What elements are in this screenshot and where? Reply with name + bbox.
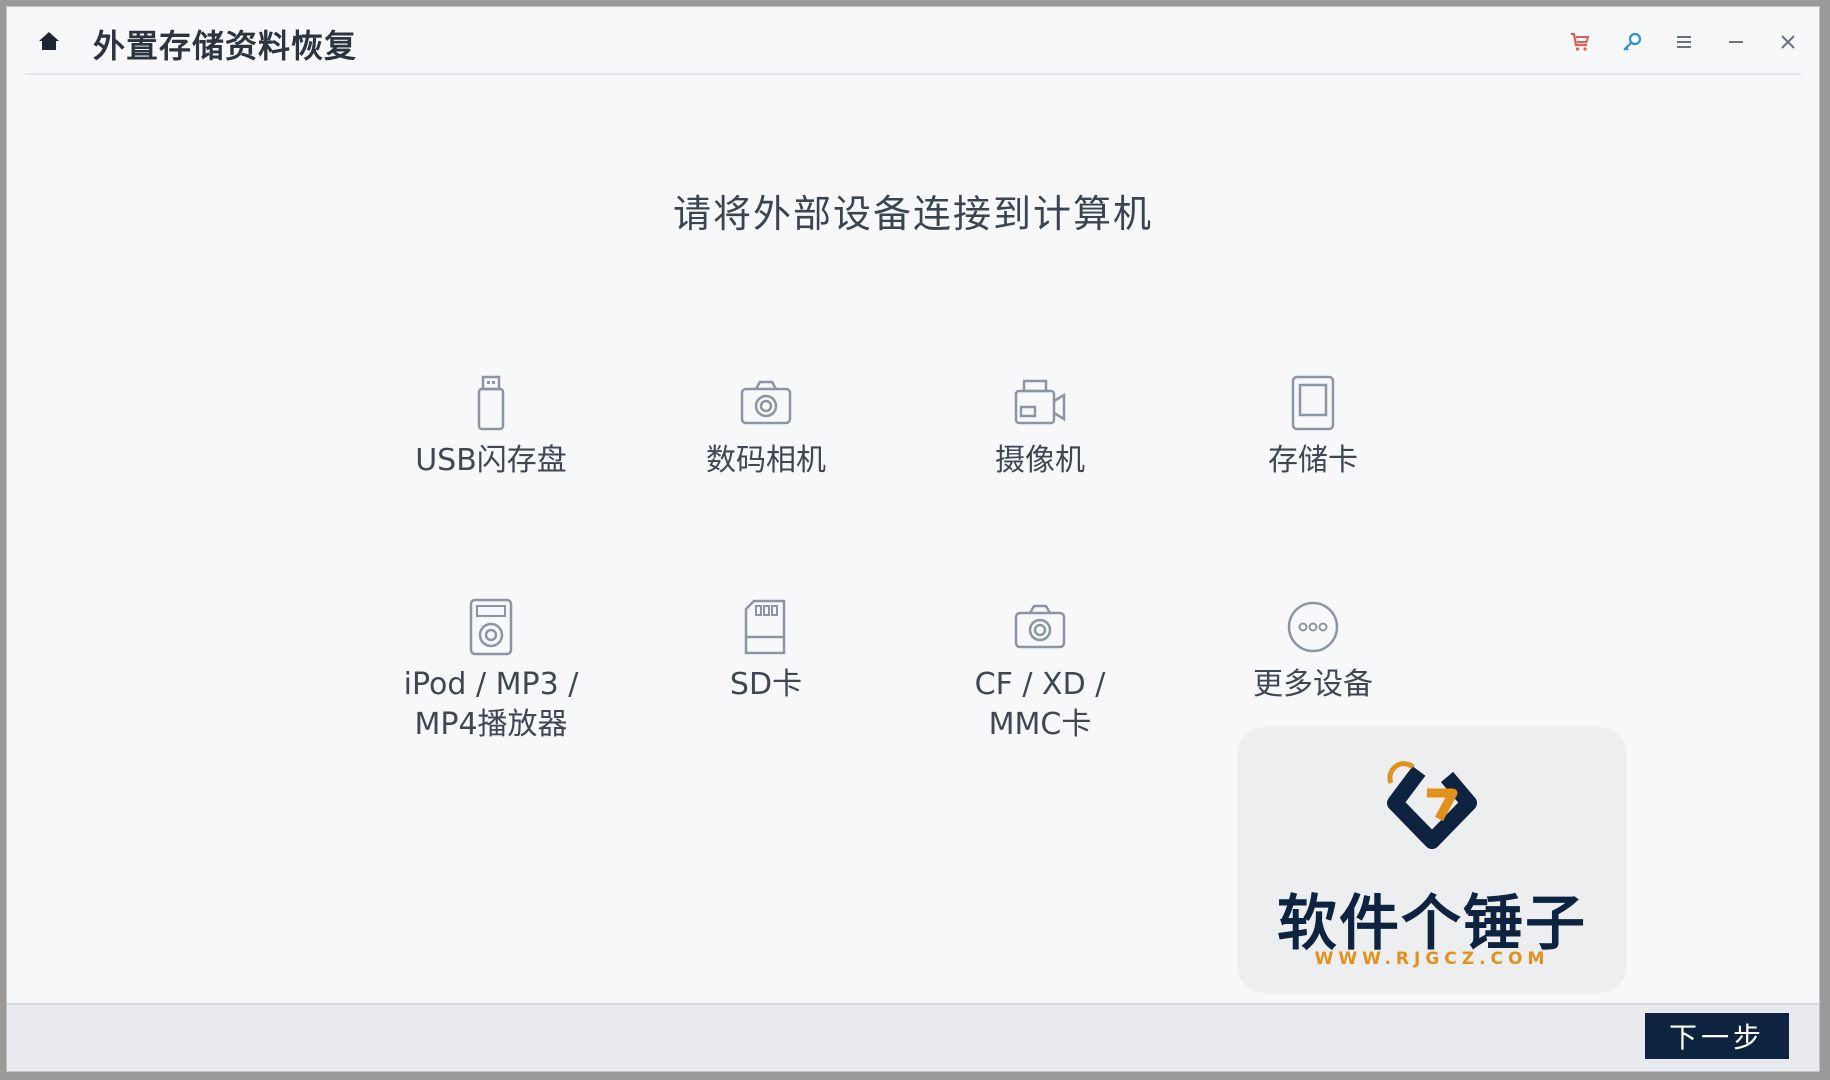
camera-icon	[740, 380, 792, 425]
title-divider	[25, 73, 1801, 75]
watermark-url: WWW.RJGCZ.COM	[1314, 949, 1550, 969]
app-title: 外置存储资料恢复	[93, 27, 358, 65]
home-icon[interactable]	[37, 29, 61, 53]
device-label: 摄像机	[995, 443, 1085, 478]
next-button[interactable]: 下一步	[1645, 1013, 1789, 1059]
device-label: iPod / MP3 / MP4播放器	[403, 667, 579, 742]
memory-card-icon	[1291, 375, 1335, 431]
media-player-icon	[469, 598, 513, 656]
device-sd-card[interactable]: SD卡	[646, 597, 886, 705]
device-memory-card[interactable]: 存储卡	[1193, 373, 1433, 481]
cf-card-icon	[1014, 604, 1066, 649]
bottom-bar: 下一步	[7, 1003, 1819, 1071]
device-usb-drive[interactable]: USB闪存盘	[371, 373, 611, 481]
device-label: 数码相机	[706, 443, 826, 478]
watermark: 软件个锤子 WWW.RJGCZ.COM	[1237, 727, 1627, 993]
close-icon[interactable]	[1773, 27, 1803, 57]
key-icon[interactable]	[1617, 27, 1647, 57]
device-label: CF / XD / MMC卡	[974, 667, 1106, 742]
video-camera-icon	[1014, 379, 1066, 425]
app-window: 外置存储资料恢复 请将外部设备连接到计算机 USB闪存盘 数码相机 摄像机 存储…	[6, 6, 1820, 1072]
device-cf-card[interactable]: CF / XD / MMC卡	[920, 597, 1160, 745]
menu-icon[interactable]	[1669, 27, 1699, 57]
connect-instruction: 请将外部设备连接到计算机	[672, 192, 1153, 236]
device-label: SD卡	[729, 667, 803, 702]
minimize-icon[interactable]	[1721, 27, 1751, 57]
device-label: 存储卡	[1268, 443, 1358, 478]
device-label: 更多设备	[1253, 667, 1373, 702]
device-digital-camera[interactable]: 数码相机	[646, 373, 886, 481]
device-more[interactable]: 更多设备	[1193, 597, 1433, 705]
device-label: USB闪存盘	[415, 443, 567, 478]
watermark-logo-icon	[1387, 761, 1477, 849]
more-devices-icon	[1287, 601, 1339, 653]
cart-icon[interactable]	[1565, 27, 1595, 57]
usb-drive-icon	[477, 375, 505, 431]
device-video-camera[interactable]: 摄像机	[920, 373, 1160, 481]
title-bar: 外置存储资料恢复	[7, 7, 1819, 75]
device-media-player[interactable]: iPod / MP3 / MP4播放器	[371, 597, 611, 745]
sd-card-icon	[744, 599, 786, 655]
